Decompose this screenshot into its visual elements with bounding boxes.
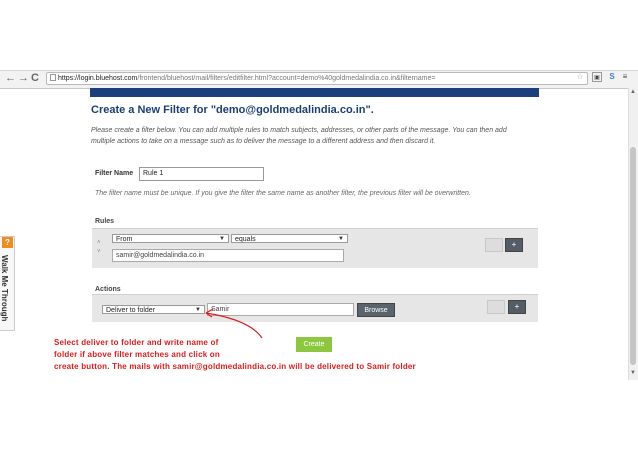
walkme-label[interactable]: Walk Me Through: [0, 255, 9, 321]
annotation-line-3: create button. The mails with samir@gold…: [54, 362, 416, 371]
annotation-line-1: Select deliver to folder and write name …: [54, 338, 219, 347]
help-question-icon[interactable]: ?: [2, 237, 13, 248]
annotation-text: Select deliver to folder and write name …: [54, 337, 416, 373]
annotation-line-2: folder if above filter matches and click…: [54, 350, 220, 359]
annotation-arrow-icon: [205, 308, 263, 339]
